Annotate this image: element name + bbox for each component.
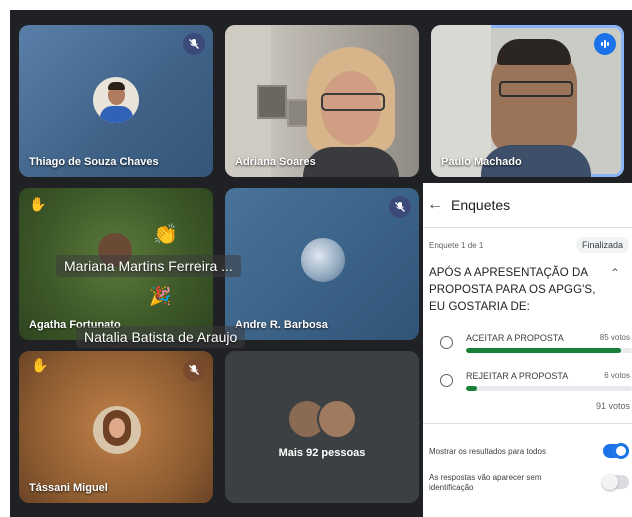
participant-name: Thiago de Souza Chaves (29, 156, 159, 168)
overlay-name-label: Natalia Batista de Araujo (76, 326, 246, 348)
participant-name: Andre R. Barbosa (235, 319, 328, 331)
radio-button[interactable] (440, 374, 453, 387)
avatar (93, 77, 139, 123)
poll-option-votes: 85 votos (599, 333, 630, 342)
poll-option[interactable]: ACEITAR A PROPOSTA 85 votos (423, 327, 632, 363)
setting-label: Mostrar os resultados para todos (429, 447, 546, 456)
divider (423, 423, 632, 424)
poll-result-bar (466, 348, 632, 353)
setting-label: As respostas vão aparecer sem identifica… (429, 473, 542, 492)
poll-option-label: ACEITAR A PROPOSTA (466, 333, 564, 343)
poll-status-badge: Finalizada (575, 237, 629, 253)
poll-total-votes: 91 votos (595, 401, 630, 411)
poll-option-label: REJEITAR A PROPOSTA (466, 371, 569, 381)
participant-tile-paulo[interactable]: Paulo Machado (431, 25, 624, 177)
avatar (93, 406, 141, 454)
avatar (317, 399, 357, 439)
participant-tile-adriana[interactable]: Adriana Soares (225, 25, 419, 177)
hand-raised-icon: ✋ (31, 357, 49, 373)
participant-name: Paulo Machado (441, 156, 522, 168)
party-icon: 🎉 (149, 286, 172, 306)
poll-counter: Enquete 1 de 1 (429, 241, 484, 250)
avatar (301, 238, 345, 282)
participant-name: Tássani Miguel (29, 482, 108, 494)
participant-name: Adriana Soares (235, 156, 316, 168)
hand-raised-icon: ✋ (29, 196, 47, 212)
polls-header: ← Enquetes (423, 183, 632, 228)
poll-result-bar (466, 386, 632, 391)
mic-off-icon (183, 359, 205, 381)
polls-panel: ← Enquetes Enquete 1 de 1 Finalizada APÓ… (423, 183, 632, 517)
radio-button[interactable] (440, 336, 453, 349)
more-participants-tile[interactable]: Mais 92 pessoas (225, 351, 419, 503)
more-participants-label: Mais 92 pessoas (278, 447, 366, 459)
clap-icon: 👏 (153, 224, 178, 246)
overlay-name-label: Mariana Martins Ferreira ... (56, 255, 241, 277)
poll-option-votes: 6 votos (604, 371, 630, 380)
poll-question: APÓS A APRESENTAÇÃO DA PROPOSTA PARA OS … (429, 267, 596, 313)
mic-off-icon (183, 33, 205, 55)
audio-level-icon (594, 33, 616, 55)
anonymous-responses-toggle[interactable] (602, 474, 629, 490)
mic-off-icon (389, 196, 411, 218)
back-arrow-icon[interactable]: ← (425, 196, 445, 214)
chevron-up-icon[interactable]: ⌃ (610, 266, 620, 280)
toggle-knob (602, 474, 618, 490)
participant-tile-thiago[interactable]: Thiago de Souza Chaves (19, 25, 213, 177)
toggle-knob (613, 443, 629, 459)
show-results-toggle[interactable] (603, 443, 629, 459)
polls-title: Enquetes (451, 197, 511, 213)
participant-tile-tassani[interactable]: ✋ Tássani Miguel (19, 351, 213, 503)
participant-tile-andre[interactable]: Andre R. Barbosa (225, 188, 419, 340)
poll-option[interactable]: REJEITAR A PROPOSTA 6 votos (423, 365, 632, 401)
